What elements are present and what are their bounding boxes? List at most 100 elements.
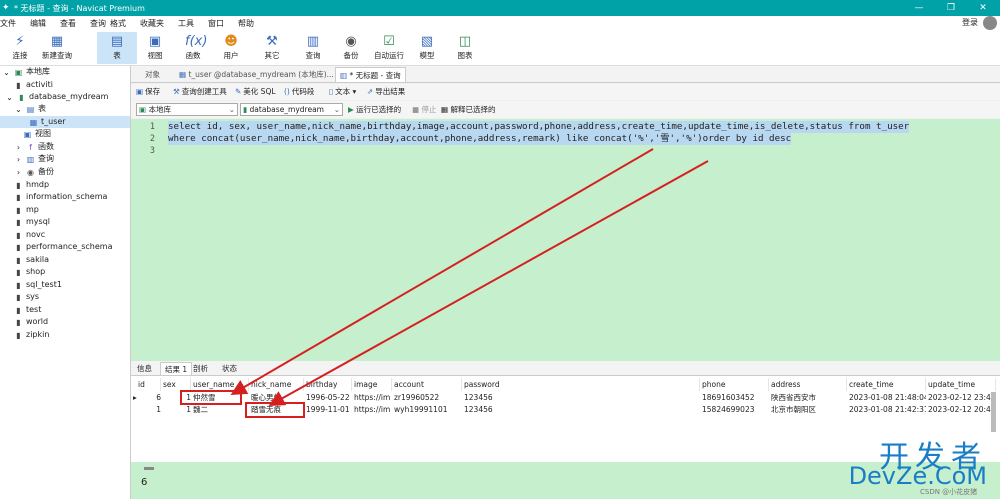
table-cell[interactable]: 6 bbox=[136, 392, 161, 404]
database-select[interactable]: ▮ database_mydream ⌄ bbox=[240, 103, 343, 116]
column-header[interactable]: password bbox=[462, 378, 700, 391]
tree-item-backups[interactable]: › ◉ 备份 bbox=[14, 166, 54, 178]
table-cell[interactable]: 2023-02-12 23:4 bbox=[926, 392, 996, 404]
table-cell[interactable]: wyh19991101 bbox=[392, 404, 462, 416]
table-cell[interactable]: 陕西省西安市 bbox=[769, 392, 847, 404]
table-cell[interactable]: 15824699023 bbox=[700, 404, 769, 416]
auto-run-button[interactable]: ☑ 自动运行 bbox=[369, 32, 409, 64]
menu-favorites[interactable]: 收藏夹 bbox=[140, 18, 164, 29]
tree-item-hmdp[interactable]: ▮ hmdp bbox=[14, 179, 49, 191]
column-header[interactable]: nick_name bbox=[249, 378, 304, 391]
tree-item-zipkin[interactable]: ▮ zipkin bbox=[14, 329, 49, 341]
tree-item-test[interactable]: ▮ test bbox=[14, 304, 41, 316]
table-cell[interactable]: 123456 bbox=[462, 404, 700, 416]
table-cell[interactable]: 123456 bbox=[462, 392, 700, 404]
login-link[interactable]: 登录 bbox=[962, 17, 978, 28]
save-button[interactable]: ▣ 保存 bbox=[136, 86, 160, 98]
table-cell[interactable]: 1996-05-22 bbox=[304, 392, 352, 404]
tree-item-novc[interactable]: ▮ novc bbox=[14, 229, 45, 241]
tab-objects[interactable]: 对象 bbox=[141, 67, 164, 82]
table-cell[interactable]: 魏二 bbox=[191, 404, 249, 416]
tree-item-world[interactable]: ▮ world bbox=[14, 316, 48, 328]
tree-item-sql-test1[interactable]: ▮ sql_test1 bbox=[14, 279, 62, 291]
tree-item-t-user[interactable]: ▦ t_user bbox=[0, 116, 130, 128]
table-cell[interactable]: 18691603452 bbox=[700, 392, 769, 404]
explain-selected-button[interactable]: ▦ 解释已选择的 bbox=[441, 104, 495, 115]
text-button[interactable]: ▯ 文本 ▾ bbox=[329, 86, 356, 98]
tree-item-mp[interactable]: ▮ mp bbox=[14, 204, 39, 216]
new-query-button[interactable]: ▦ 新建查询 bbox=[37, 32, 77, 64]
table-cell[interactable]: https://im bbox=[352, 404, 392, 416]
table-cell[interactable]: 1 bbox=[161, 392, 191, 404]
tab-profile[interactable]: 剖析 bbox=[189, 362, 212, 375]
server-select[interactable]: ▣ 本地库 ⌄ bbox=[136, 103, 238, 116]
menu-query[interactable]: 查询 bbox=[90, 18, 106, 29]
tree-root[interactable]: ⌄ ▣ 本地库 bbox=[2, 66, 50, 78]
table-cell[interactable]: 1 bbox=[136, 404, 161, 416]
menu-window[interactable]: 窗口 bbox=[208, 18, 224, 29]
export-result-button[interactable]: ⇗ 导出结果 bbox=[367, 86, 405, 98]
tree-item-database-mydream[interactable]: ⌄ ▮ database_mydream bbox=[5, 91, 108, 103]
maximize-button[interactable]: ❐ bbox=[935, 0, 967, 16]
table-cell[interactable]: https://im bbox=[352, 392, 392, 404]
horizontal-scrollbar[interactable] bbox=[144, 467, 154, 470]
vertical-scrollbar[interactable] bbox=[991, 392, 996, 432]
backup-button[interactable]: ◉ 备份 bbox=[331, 32, 371, 64]
tab-info[interactable]: 信息 bbox=[133, 362, 156, 375]
menu-edit[interactable]: 编辑 bbox=[30, 18, 46, 29]
tab-untitled-query[interactable]: ▥ * 无标题 - 查询 bbox=[335, 67, 406, 82]
chart-button[interactable]: ◫ 图表 bbox=[445, 32, 485, 64]
tree-item-tables[interactable]: ⌄ ▤ 表 bbox=[14, 103, 46, 115]
tree-item-activiti[interactable]: ▮ activiti bbox=[14, 79, 53, 91]
column-header[interactable]: address bbox=[769, 378, 847, 391]
menu-file[interactable]: 文件 bbox=[0, 18, 16, 29]
user-button[interactable]: ☻ 用户 bbox=[211, 32, 251, 64]
query-builder-button[interactable]: ⚒ 查询创建工具 bbox=[173, 86, 227, 98]
tab-t-user[interactable]: ▦ t_user @database_mydream (本地库)... bbox=[175, 67, 338, 82]
table-cell[interactable]: 仲然雪 bbox=[191, 392, 249, 404]
tree-item-mysql[interactable]: ▮ mysql bbox=[14, 216, 50, 228]
function-button[interactable]: f(x) 函数 bbox=[173, 32, 213, 64]
tab-status[interactable]: 状态 bbox=[218, 362, 241, 375]
menu-tools[interactable]: 工具 bbox=[178, 18, 194, 29]
beautify-sql-button[interactable]: ✎ 美化 SQL bbox=[235, 86, 276, 98]
column-header[interactable]: user_name bbox=[191, 378, 249, 391]
table-cell[interactable]: 1999-11-01 bbox=[304, 404, 352, 416]
column-header[interactable]: image bbox=[352, 378, 392, 391]
view-button[interactable]: ▣ 视图 bbox=[135, 32, 175, 64]
tab-result-1[interactable]: 结果 1 bbox=[160, 362, 193, 375]
query-button[interactable]: ▥ 查询 bbox=[293, 32, 333, 64]
table-cell[interactable]: 2023-01-08 21:48:04 bbox=[847, 392, 926, 404]
avatar[interactable] bbox=[983, 16, 997, 30]
tree-item-queries[interactable]: › ▥ 查询 bbox=[14, 153, 54, 165]
tree-item-functions[interactable]: › f 函数 bbox=[14, 141, 54, 153]
connect-button[interactable]: ⚡ 连接 bbox=[0, 32, 40, 64]
tree-item-sys[interactable]: ▮ sys bbox=[14, 291, 39, 303]
minimize-button[interactable]: — bbox=[903, 0, 935, 16]
column-header[interactable]: sex bbox=[161, 378, 191, 391]
tree-item-shop[interactable]: ▮ shop bbox=[14, 266, 45, 278]
table-cell[interactable]: 北京市朝阳区 bbox=[769, 404, 847, 416]
tree-item-views[interactable]: ▣ 视图 bbox=[23, 128, 51, 140]
model-button[interactable]: ▧ 模型 bbox=[407, 32, 447, 64]
column-header[interactable]: id bbox=[136, 378, 161, 391]
column-header[interactable]: account bbox=[392, 378, 462, 391]
column-header[interactable]: phone bbox=[700, 378, 769, 391]
table-cell[interactable]: 暖心男生 bbox=[249, 392, 304, 404]
menu-view[interactable]: 查看 bbox=[60, 18, 76, 29]
close-button[interactable]: ✕ bbox=[967, 0, 999, 16]
table-button[interactable]: ▤ 表 bbox=[97, 32, 137, 64]
tree-item-sakila[interactable]: ▮ sakila bbox=[14, 254, 49, 266]
column-header[interactable]: create_time bbox=[847, 378, 926, 391]
other-button[interactable]: ⚒ 其它 bbox=[252, 32, 292, 64]
tree-item-performance-schema[interactable]: ▮ performance_schema bbox=[14, 241, 112, 253]
table-cell[interactable]: 2023-02-12 20:4 bbox=[926, 404, 996, 416]
table-cell[interactable]: zr19960522 bbox=[392, 392, 462, 404]
table-cell[interactable]: 1 bbox=[161, 404, 191, 416]
code-snippet-button[interactable]: () 代码段 bbox=[284, 86, 314, 98]
stop-button[interactable]: ■ 停止 bbox=[412, 104, 436, 115]
run-selected-button[interactable]: ▶ 运行已选择的 bbox=[348, 104, 401, 115]
column-header[interactable]: birthday bbox=[304, 378, 352, 391]
table-cell[interactable]: 踏雪无痕 bbox=[249, 404, 304, 416]
menu-format[interactable]: 格式 bbox=[110, 18, 126, 29]
